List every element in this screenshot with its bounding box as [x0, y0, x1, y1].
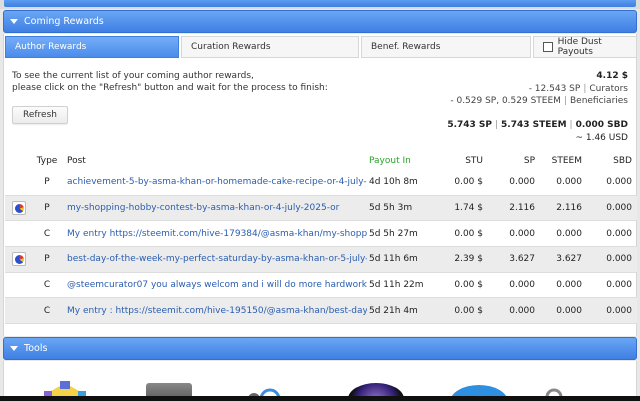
row-steem: 0.000 — [556, 305, 582, 316]
hide-dust-checkbox[interactable] — [543, 42, 553, 52]
table-row: P best-day-of-the-week-my-perfect-saturd… — [5, 247, 637, 273]
hide-dust-toggle[interactable]: Hide Dust Payouts — [533, 36, 637, 58]
row-payout: 5d 11h 22m — [369, 280, 424, 291]
row-stu: 1.74 $ — [454, 203, 483, 214]
table-row: P my-shopping-hobby-contest-by-asma-khan… — [5, 195, 637, 222]
row-type: P — [44, 254, 50, 265]
tab-benef-rewards[interactable]: Benef. Rewards — [361, 36, 531, 58]
rewards-table: Type Post Payout In STU SP STEEM SBD P a… — [5, 152, 637, 325]
row-payout: 5d 11h 6m — [369, 254, 418, 265]
header-sbd[interactable]: SBD — [590, 152, 632, 170]
hide-dust-label: Hide Dust Payouts — [557, 37, 602, 57]
header-sp[interactable]: SP — [495, 152, 535, 170]
row-stu: 0.00 $ — [454, 280, 483, 291]
totals-line: 5.743 SP | 5.743 STEEM | 0.000 SBD — [447, 119, 628, 132]
section-title: Coming Rewards — [24, 16, 104, 27]
benef-value: - 0.529 SP, 0.529 STEEM — [450, 96, 561, 106]
row-post-link[interactable]: my-shopping-hobby-contest-by-asma-khan-o… — [67, 196, 367, 221]
table-row: C My entry : https://steemit.com/hive-19… — [5, 298, 637, 325]
row-sbd: 0.000 — [606, 305, 632, 316]
header-type[interactable]: Type — [35, 152, 59, 170]
row-post-link[interactable]: best-day-of-the-week-my-perfect-saturday… — [67, 247, 367, 272]
summary-total: 4.12 $ — [596, 71, 628, 81]
row-sp: 3.627 — [509, 254, 535, 265]
pie-chart-icon[interactable] — [9, 196, 29, 221]
row-sp: 2.116 — [509, 203, 535, 214]
info-line-2: please click on the "Refresh" button and… — [12, 83, 328, 93]
row-payout: 5d 5h 27m — [369, 228, 418, 239]
row-type: P — [44, 177, 50, 188]
separator: | — [495, 120, 499, 130]
row-post-link[interactable]: My entry https://steemit.com/hive-179384… — [67, 221, 367, 246]
tab-curation-rewards[interactable]: Curation Rewards — [181, 36, 359, 58]
separator: | — [569, 120, 573, 130]
top-panel-edge — [4, 0, 636, 7]
row-type: C — [43, 228, 51, 239]
pie-chart-icon[interactable] — [9, 247, 29, 272]
row-type: P — [44, 203, 50, 214]
row-sbd: 0.000 — [606, 228, 632, 239]
reward-tabs: Author Rewards Curation Rewards Benef. R… — [5, 36, 637, 59]
header-steem[interactable]: STEEM — [537, 152, 582, 170]
bottom-bar — [0, 396, 640, 401]
row-post-link[interactable]: My entry : https://steemit.com/hive-1951… — [67, 298, 367, 323]
total-steem: 5.743 STEEM — [501, 120, 567, 130]
row-payout: 4d 10h 8m — [369, 177, 418, 188]
table-row: P achievement-5-by-asma-khan-or-homemade… — [5, 170, 637, 196]
row-post-link[interactable]: @steemcurator07 you always welcom and i … — [67, 273, 367, 298]
row-sp: 0.000 — [509, 228, 535, 239]
summary-beneficiaries: - 0.529 SP, 0.529 STEEM | Beneficiaries — [450, 95, 628, 108]
total-sp: 5.743 SP — [447, 120, 492, 130]
row-steem: 0.000 — [556, 280, 582, 291]
info-line-1: To see the current list of your coming a… — [12, 71, 254, 81]
row-stu: 2.39 $ — [454, 254, 483, 265]
coming-rewards-header[interactable]: Coming Rewards — [3, 10, 637, 33]
header-stu[interactable]: STU — [445, 152, 483, 170]
row-payout: 5d 5h 3m — [369, 203, 413, 214]
tools-header[interactable]: Tools — [3, 337, 637, 360]
section-title: Tools — [24, 343, 48, 354]
info-text: To see the current list of your coming a… — [12, 70, 328, 94]
row-steem: 0.000 — [556, 228, 582, 239]
tools-panel — [3, 361, 637, 401]
summary-curators: - 12.543 SP | Curators — [450, 83, 628, 96]
header-payout[interactable]: Payout In — [369, 152, 449, 170]
rewards-totals: 5.743 SP | 5.743 STEEM | 0.000 SBD ~ 1.46 US… — [447, 119, 628, 144]
row-sp: 0.000 — [509, 177, 535, 188]
row-post-link[interactable]: achievement-5-by-asma-khan-or-homemade-c… — [67, 170, 367, 195]
row-type: C — [43, 305, 51, 316]
total-sbd: 0.000 SBD — [575, 120, 628, 130]
row-stu: 0.00 $ — [454, 228, 483, 239]
separator: | — [583, 83, 587, 94]
row-steem: 2.116 — [556, 203, 582, 214]
row-steem: 0.000 — [556, 177, 582, 188]
row-type: C — [43, 280, 51, 291]
header-post[interactable]: Post — [67, 152, 367, 170]
top-strip — [0, 0, 640, 9]
curators-label: Curators — [589, 83, 628, 94]
benef-label: Beneficiaries — [569, 96, 628, 106]
tab-author-rewards[interactable]: Author Rewards — [5, 36, 179, 58]
row-sp: 0.000 — [509, 305, 535, 316]
row-sbd: 0.000 — [606, 177, 632, 188]
row-sbd: 0.000 — [606, 280, 632, 291]
table-row: C My entry https://steemit.com/hive-1793… — [5, 221, 637, 248]
row-sbd: 0.000 — [606, 254, 632, 265]
coming-rewards-panel: Author Rewards Curation Rewards Benef. R… — [3, 34, 637, 336]
rewards-summary: 4.12 $ - 12.543 SP | Curators - 0.529 SP, … — [450, 70, 628, 108]
row-stu: 0.00 $ — [454, 177, 483, 188]
collapse-triangle-icon — [10, 19, 18, 24]
collapse-triangle-icon — [10, 346, 18, 351]
separator: | — [563, 96, 567, 106]
refresh-button[interactable]: Refresh — [12, 106, 68, 124]
total-usd: ~ 1.46 USD — [575, 132, 628, 143]
row-sp: 0.000 — [509, 280, 535, 291]
table-header: Type Post Payout In STU SP STEEM SBD — [5, 152, 637, 170]
curators-value: - 12.543 SP — [528, 83, 581, 94]
row-payout: 5d 21h 4m — [369, 305, 418, 316]
row-steem: 3.627 — [556, 254, 582, 265]
row-sbd: 0.000 — [606, 203, 632, 214]
row-stu: 0.00 $ — [454, 305, 483, 316]
table-row: C @steemcurator07 you always welcom and … — [5, 273, 637, 299]
